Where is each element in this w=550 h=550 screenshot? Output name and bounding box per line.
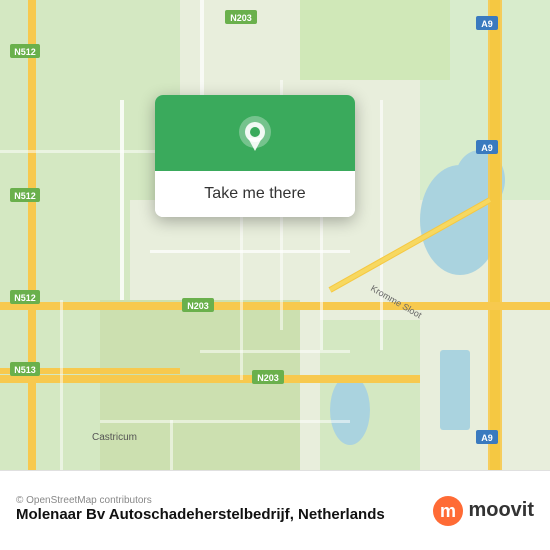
svg-text:N512: N512 [14, 191, 36, 201]
svg-text:A9: A9 [481, 19, 493, 29]
moovit-brand-text: moovit [468, 499, 534, 522]
moovit-logo: m moovit [432, 495, 534, 527]
svg-text:N203: N203 [230, 13, 252, 23]
svg-text:m: m [440, 501, 456, 521]
svg-text:N203: N203 [187, 301, 209, 311]
footer: © OpenStreetMap contributors Molenaar Bv… [0, 470, 550, 550]
svg-text:N512: N512 [14, 47, 36, 57]
copyright-text: © OpenStreetMap contributors [16, 495, 385, 506]
business-name: Molenaar Bv Autoschadeherstelbedrijf, Ne… [16, 506, 385, 523]
take-me-there-button[interactable]: Take me there [155, 171, 355, 217]
svg-text:A9: A9 [481, 433, 493, 443]
map-container: N512 N512 N512 N513 N203 N203 N203 A9 A9… [0, 0, 550, 470]
location-pin-icon [233, 113, 277, 157]
svg-text:A9: A9 [481, 143, 493, 153]
footer-left: © OpenStreetMap contributors Molenaar Bv… [16, 495, 385, 526]
svg-text:N512: N512 [14, 293, 36, 303]
svg-text:N513: N513 [14, 365, 36, 375]
popup-card: Take me there [155, 95, 355, 217]
popup-header [155, 95, 355, 171]
svg-text:N203: N203 [257, 373, 279, 383]
moovit-icon: m [432, 495, 464, 527]
svg-text:Castricum: Castricum [92, 432, 137, 443]
